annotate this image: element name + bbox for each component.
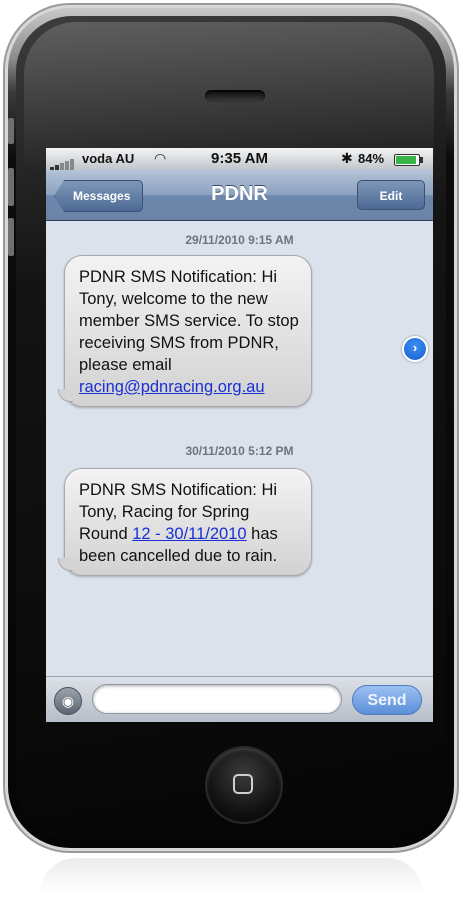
mute-switch [8, 118, 14, 144]
chevron-right-circle-icon[interactable]: › [402, 336, 428, 362]
edit-button[interactable]: Edit [357, 180, 425, 210]
phone-screen: voda AU ◠ 9:35 AM ✱ 84% Messages PDNR Ed… [46, 148, 433, 722]
bubble-tail [58, 558, 73, 571]
navigation-bar: Messages PDNR Edit [46, 170, 433, 221]
home-button-icon [233, 774, 253, 794]
battery-fill [396, 156, 417, 164]
battery-percentage: 84% [358, 151, 385, 166]
message-text: PDNR SMS Notification: Hi Tony, welcome … [79, 268, 299, 374]
date-link[interactable]: 12 - 30/11/2010 [132, 525, 246, 543]
message-bubble[interactable]: PDNR SMS Notification: Hi Tony, Racing f… [58, 468, 312, 576]
status-bar: voda AU ◠ 9:35 AM ✱ 84% [46, 148, 433, 170]
message-timestamp: 30/11/2010 5:12 PM [185, 444, 294, 458]
earpiece-speaker [205, 90, 265, 102]
device-reflection [40, 858, 423, 894]
send-button[interactable]: Send [352, 685, 422, 715]
camera-icon[interactable]: ◉ [54, 687, 82, 715]
volume-up-button [8, 168, 14, 206]
email-link[interactable]: racing@pdnracing.org.au [79, 378, 265, 396]
volume-down-button [8, 218, 14, 256]
bluetooth-icon: ✱ [341, 150, 353, 166]
message-input-bar: ◉ Send [46, 676, 433, 722]
message-bubble[interactable]: PDNR SMS Notification: Hi Tony, welcome … [58, 255, 312, 407]
battery-icon [394, 154, 423, 166]
bubble-tail [58, 389, 73, 402]
message-input[interactable] [92, 684, 342, 714]
message-timestamp: 29/11/2010 9:15 AM [185, 233, 294, 247]
home-button[interactable] [207, 748, 281, 822]
